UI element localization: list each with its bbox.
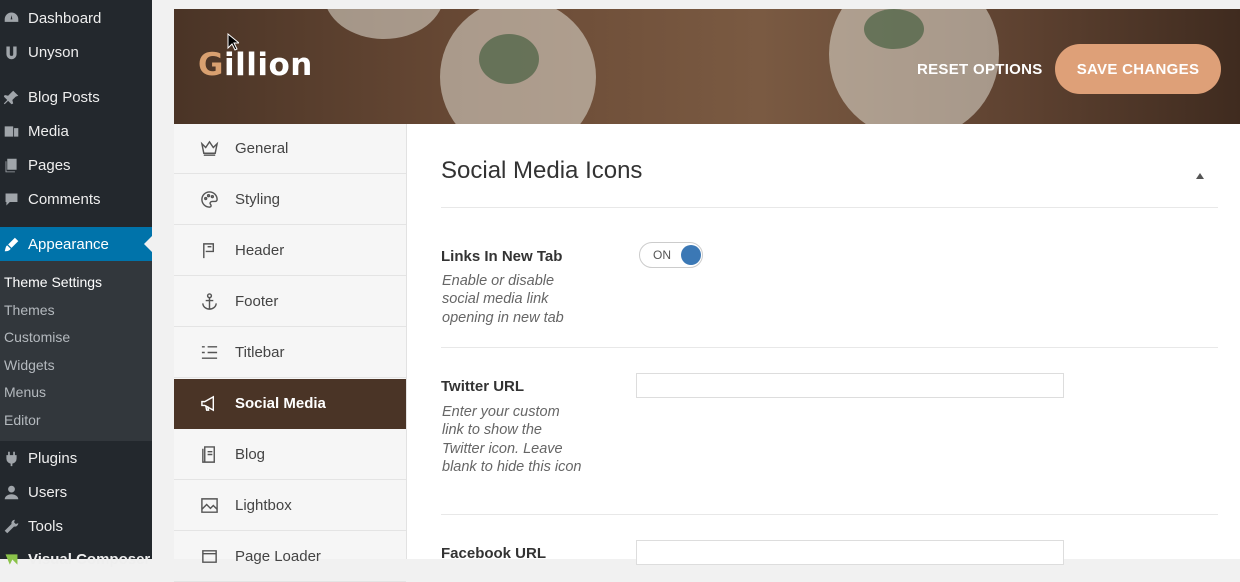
wp-admin-sidebar: Dashboard Unyson Blog Posts Media Pages … [0, 0, 152, 568]
tab-label: Page Loader [235, 548, 321, 565]
book-icon [199, 445, 219, 465]
tab-label: Styling [235, 191, 281, 208]
tab-titlebar[interactable]: Titlebar [174, 328, 406, 378]
facebook-url-label: Facebook URL [441, 545, 547, 562]
plug-icon [2, 449, 20, 467]
tab-label: Header [235, 242, 285, 259]
twitter-url-input[interactable] [636, 373, 1064, 398]
pages-icon [2, 156, 20, 174]
menu-blog-posts[interactable]: Blog Posts [0, 80, 152, 114]
menu-label: Visual Composer [28, 550, 151, 568]
appearance-submenu: Theme Settings Themes Customise Widgets … [0, 261, 152, 441]
pin-icon [2, 88, 20, 106]
menu-label: Unyson [28, 43, 79, 61]
menu-label: Tools [28, 517, 64, 535]
gillion-logo: Gillion [198, 47, 313, 83]
links-new-tab-toggle[interactable]: ON [639, 242, 703, 268]
menu-dashboard[interactable]: Dashboard [0, 1, 152, 35]
menu-comments[interactable]: Comments [0, 182, 152, 216]
menu-label: Plugins [28, 449, 78, 467]
header-decor-leaf [864, 9, 924, 49]
facebook-url-input[interactable] [636, 540, 1064, 565]
titlebar-icon [199, 343, 219, 363]
submenu-theme-settings[interactable]: Theme Settings [4, 274, 102, 290]
save-changes-button[interactable]: SAVE CHANGES [1055, 44, 1221, 94]
dashboard-icon [2, 9, 20, 27]
tab-label: Footer [235, 293, 279, 310]
submenu-editor[interactable]: Editor [4, 412, 41, 428]
mouse-cursor-icon [227, 33, 239, 51]
theme-options-panel: Gillion RESET OPTIONS SAVE CHANGES Gener… [174, 9, 1240, 582]
tab-blog[interactable]: Blog [174, 430, 406, 480]
tab-lightbox[interactable]: Lightbox [174, 481, 406, 531]
tab-footer[interactable]: Footer [174, 277, 406, 327]
menu-visual-composer[interactable]: Visual Composer [0, 542, 152, 576]
page-loader-icon [199, 547, 219, 567]
options-header: Gillion RESET OPTIONS SAVE CHANGES [174, 9, 1240, 124]
flag-icon [199, 241, 219, 261]
collapse-arrow-icon[interactable] [1196, 173, 1204, 179]
menu-unyson[interactable]: Unyson [0, 35, 152, 69]
menu-label: Users [28, 483, 68, 501]
links-new-tab-desc: Enable or disable social media link open… [442, 273, 564, 326]
section-title: Social Media Icons [441, 157, 643, 184]
tab-label: Lightbox [235, 497, 292, 514]
tab-social-media[interactable]: Social Media [174, 379, 406, 429]
menu-pages[interactable]: Pages [0, 148, 152, 182]
anchor-icon [199, 292, 219, 312]
comment-icon [2, 190, 20, 208]
tab-header[interactable]: Header [174, 226, 406, 276]
menu-label: Blog Posts [28, 88, 100, 106]
menu-media[interactable]: Media [0, 114, 152, 148]
tab-label: Blog [235, 446, 266, 463]
submenu-widgets[interactable]: Widgets [4, 357, 55, 373]
tab-general[interactable]: General [174, 124, 406, 174]
toggle-knob [681, 245, 701, 265]
visual-composer-icon [2, 550, 20, 568]
media-icon [2, 122, 20, 140]
submenu-customise[interactable]: Customise [4, 329, 70, 345]
toggle-state-text: ON [653, 248, 671, 262]
header-decor-plate [324, 9, 444, 39]
menu-users[interactable]: Users [0, 475, 152, 509]
tab-styling[interactable]: Styling [174, 175, 406, 225]
menu-label: Pages [28, 156, 71, 174]
header-decor-leaf [479, 34, 539, 84]
tab-label: General [235, 140, 289, 157]
unyson-icon [2, 43, 20, 61]
tab-label: Social Media [235, 395, 326, 412]
crown-icon [199, 139, 219, 159]
menu-label: Appearance [28, 235, 109, 253]
submenu-menus[interactable]: Menus [4, 384, 46, 400]
menu-label: Media [28, 122, 69, 140]
wrench-icon [2, 517, 20, 535]
divider [441, 207, 1218, 208]
tab-page-loader[interactable]: Page Loader [174, 532, 406, 582]
links-new-tab-label: Links In New Tab [441, 248, 563, 265]
options-tabs: General Styling Header Footer Titlebar S… [174, 124, 407, 582]
reset-options-button[interactable]: RESET OPTIONS [917, 61, 1043, 78]
menu-label: Comments [28, 190, 101, 208]
options-content: Social Media Icons Links In New Tab Enab… [407, 124, 1240, 565]
twitter-url-desc: Enter your custom link to show the Twitt… [442, 404, 582, 475]
menu-plugins[interactable]: Plugins [0, 441, 152, 475]
submenu-themes[interactable]: Themes [4, 302, 55, 318]
menu-label: Dashboard [28, 9, 102, 27]
menu-tools[interactable]: Tools [0, 509, 152, 543]
menu-appearance[interactable]: Appearance [0, 227, 152, 261]
twitter-url-label: Twitter URL [441, 378, 525, 395]
divider [441, 514, 1218, 515]
divider [441, 347, 1218, 348]
user-icon [2, 483, 20, 501]
image-icon [199, 496, 219, 516]
tab-label: Titlebar [235, 344, 285, 361]
paintbrush-icon [2, 235, 20, 253]
megaphone-icon [199, 394, 219, 414]
palette-icon [199, 190, 219, 210]
